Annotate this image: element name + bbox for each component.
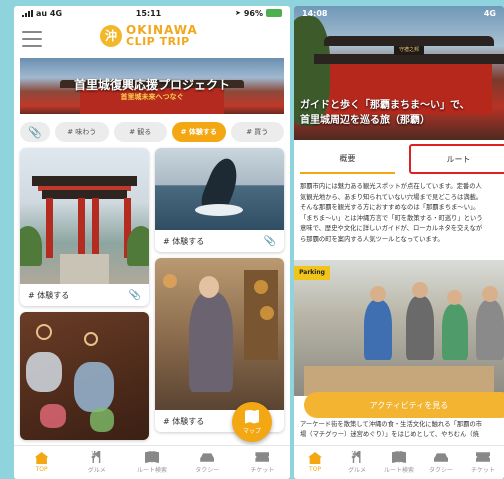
status-bar: au 4G 15:11 ➤ 96% [14,6,290,20]
tab-buy[interactable]: # 買う [230,122,284,142]
tab-clip[interactable]: 📎 [20,122,50,142]
logo-mark: 沖 [100,24,122,47]
ticket-icon [476,452,490,462]
nav-gourmet[interactable]: グルメ [336,446,378,479]
hero-image: 守禮之邦 14:08 4G ガイドと歩く「那覇まちま〜い」で、 首里城周辺を巡る… [294,6,504,140]
bottom-nav: TOP グルメ ルート検索 タクシー チケット [14,445,290,479]
nav-taxi[interactable]: タクシー [420,446,462,479]
glass-craft-image [20,312,149,440]
menu-icon[interactable] [22,31,42,47]
activity-description-continued: アーケード街を散策して沖縄の食・生活文化に触れる「那覇の市 場（マチグヮー）迷宮… [300,420,504,440]
gate-sign: 守禮之邦 [394,46,424,55]
activity-title-line1: ガイドと歩く「那覇まちま〜い」で、 [300,100,470,111]
banner-subtitle: 首里城未来へつなぐ [120,93,184,101]
shuri-banner[interactable]: 首里城復興応援プロジェクト 首里城未来へつなぐ [20,58,284,114]
nav-top[interactable]: TOP [14,446,69,479]
activity-title: ガイドと歩く「那覇まちま〜い」で、 首里城周辺を巡る旅（那覇） [300,98,504,128]
map-button[interactable]: マップ [232,402,272,442]
description-line: 「まちま〜い」とは沖縄方言で「町を散策する・町巡り」という [300,214,483,222]
nav-label: TOP [308,466,321,473]
nav-label: グルメ [87,467,106,474]
nav-ticket[interactable]: チケット [462,446,504,479]
nav-label: チケット [250,467,275,474]
description-line: 気観光地から、あまり知られていない穴場まで見どころは満載。 [300,193,483,201]
nav-label: グルメ [347,467,366,474]
activity-detail-screen: 守禮之邦 14:08 4G ガイドと歩く「那覇まちま〜い」で、 首里城周辺を巡る… [294,6,504,479]
tab-see[interactable]: # 観る [113,122,167,142]
nav-gourmet[interactable]: グルメ [69,446,124,479]
bottom-nav: TOP グルメ ルート検索 タクシー チケット [294,445,504,479]
battery-icon [265,9,282,17]
description-line: ら那覇の町を案内する人気ツールとなっています。 [300,235,444,243]
description-line: そんな那覇を観光する方におすすめなのは「那覇まちま〜い」。 [300,204,480,211]
tab-taste[interactable]: # 味わう [55,122,109,142]
battery-percent: 96% [243,8,263,18]
whale-watching-image [155,148,284,230]
car-icon [200,453,215,462]
shuri-gate-image [20,148,149,284]
app-header: 沖 OKINAWA CLIP TRIP [14,20,290,58]
description-line: アーケード街を散策して沖縄の食・生活文化に触れる「那覇の市 [300,421,483,428]
activity-card[interactable] [20,312,149,440]
fork-icon [91,451,101,463]
network-label: 4G [483,8,496,18]
clip-icon[interactable]: 📎 [129,290,141,301]
logo-line2: CLIP TRIP [126,35,190,48]
activity-card[interactable]: # 体験する 📎 [20,148,149,306]
description-line: 那覇市内には魅力ある観光スポットが点在しています。定番の人 [300,183,482,190]
card-tag: # 体験する [163,416,205,426]
activity-card[interactable]: # 体験する 📎 [155,148,284,252]
car-icon [434,453,448,462]
nav-label: ルート検索 [383,467,414,474]
home-icon [308,452,322,464]
nav-top[interactable]: TOP [294,446,336,479]
activity-title-line2: 首里城周辺を巡る旅（那覇） [300,115,430,126]
nav-route-search[interactable]: ルート検索 [378,446,420,479]
book-icon [392,451,406,463]
map-button-label: マップ [242,427,261,435]
nav-label: TOP [35,466,48,473]
category-tabs: 📎 # 味わう # 観る # 体験する # 買う [14,114,290,148]
home-screen: au 4G 15:11 ➤ 96% 沖 OKINAWA CLIP TRIP 首里… [14,6,290,479]
carrier-label: au 4G [36,8,63,18]
status-bar: 14:08 4G [294,6,504,20]
card-tag: # 体験する [28,290,70,300]
tab-overview[interactable]: 概要 [300,144,395,174]
description-line: 場（マチグヮー）迷宮めぐり）」をはじめとして、やちむん（焼 [300,431,479,438]
ticket-icon [255,452,270,462]
parking-sign: Parking [294,266,330,280]
view-activities-button[interactable]: アクティビティを見る [304,392,504,418]
guide-tour-photo: Parking [294,260,504,396]
craft-workshop-image [155,258,284,410]
detail-tabs: 概要 ルート [294,144,504,174]
location-icon: ➤ [234,9,241,17]
activity-description: 那覇市内には魅力ある観光スポットが点在しています。定番の人 気観光地から、あまり… [300,182,504,245]
nav-taxi[interactable]: タクシー [180,446,235,479]
nav-label: タクシー [195,467,220,474]
card-tag: # 体験する [163,236,205,246]
tab-route[interactable]: ルート [409,144,504,174]
banner-title: 首里城復興応援プロジェクト [73,78,230,92]
signal-icon [22,9,33,17]
book-icon [145,451,159,463]
app-logo[interactable]: 沖 OKINAWA CLIP TRIP [100,24,198,47]
nav-label: ルート検索 [137,467,168,474]
status-time: 15:11 [135,8,162,18]
nav-label: チケット [470,467,495,474]
nav-label: タクシー [428,467,453,474]
home-icon [34,452,49,464]
status-time: 14:08 [302,8,328,18]
description-line: 意味で、歴史や文化に詳しいガイドが、ローカルネタを交えなが [300,225,483,232]
clip-icon[interactable]: 📎 [264,236,276,247]
tab-experience[interactable]: # 体験する [172,122,226,142]
map-icon [245,409,259,424]
nav-route-search[interactable]: ルート検索 [124,446,179,479]
nav-ticket[interactable]: チケット [235,446,290,479]
activity-grid: # 体験する 📎 # 体験する 📎 # 体験する [14,148,290,440]
fork-icon [351,451,361,463]
